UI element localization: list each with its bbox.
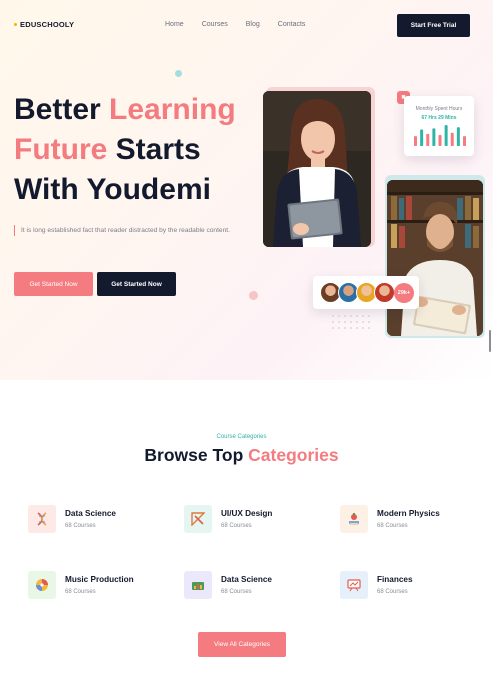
- hours-bar-chart: [414, 125, 466, 146]
- hours-bar: [463, 136, 466, 146]
- data-chart-icon: [184, 571, 212, 599]
- categories-eyebrow: Course Categories: [216, 434, 267, 440]
- hero-description: It is long established fact that reader …: [14, 225, 254, 236]
- scrollbar-thumb[interactable]: [489, 330, 491, 352]
- category-name: Finances: [377, 575, 413, 584]
- category-name: Modern Physics: [377, 509, 440, 518]
- main-nav: Home Courses Blog Contacts: [165, 21, 323, 28]
- hero-title-word: Better: [14, 93, 101, 126]
- get-started-button[interactable]: Get Started Now: [14, 272, 93, 296]
- brand-logo[interactable]: EDUSCHOOLY: [14, 20, 74, 29]
- category-name: Music Production: [65, 575, 134, 584]
- hours-bar: [444, 125, 448, 146]
- category-card[interactable]: Music Production 68 Courses: [28, 571, 178, 601]
- category-name: Data Science: [221, 575, 272, 584]
- nav-blog[interactable]: Blog: [246, 21, 260, 28]
- category-card[interactable]: Finances 68 Courses: [340, 571, 490, 601]
- physics-book-icon: [340, 505, 368, 533]
- brand-name: EDUSCHOOLY: [20, 20, 75, 29]
- nav-home[interactable]: Home: [165, 21, 184, 28]
- nav-courses[interactable]: Courses: [202, 21, 228, 28]
- hours-bar: [450, 132, 454, 146]
- category-name: Data Science: [65, 509, 116, 518]
- decor-dot: [175, 70, 182, 77]
- category-card[interactable]: Modern Physics 68 Courses: [340, 505, 490, 535]
- student-woman-photo: [263, 91, 371, 247]
- dna-icon: [28, 505, 56, 533]
- hero-title-accent: Future: [14, 133, 108, 166]
- hours-bar: [426, 133, 430, 146]
- students-avatars-card: 29k+: [313, 276, 419, 309]
- hero-title-accent: Learning: [109, 93, 236, 126]
- category-name: UI/UX Design: [221, 509, 273, 518]
- categories-title-text: Browse Top: [144, 445, 244, 465]
- start-free-trial-button[interactable]: Start Free Trial: [397, 14, 470, 37]
- category-count: 68 Courses: [377, 589, 408, 595]
- finance-board-icon: [340, 571, 368, 599]
- student-man-illustration: [387, 180, 483, 336]
- student-woman-illustration: [263, 91, 371, 247]
- category-count: 68 Courses: [65, 589, 96, 595]
- categories-title: Browse Top Categories: [0, 445, 483, 466]
- hours-bar: [438, 135, 442, 146]
- category-count: 68 Courses: [221, 523, 252, 529]
- logo-dot-icon: [14, 23, 17, 26]
- students-count-badge: 29k+: [394, 283, 414, 303]
- hours-bar: [432, 128, 436, 146]
- music-disc-icon: [28, 571, 56, 599]
- category-card[interactable]: UI/UX Design 68 Courses: [184, 505, 334, 535]
- category-count: 68 Courses: [377, 523, 408, 529]
- category-count: 68 Courses: [221, 589, 252, 595]
- category-card[interactable]: Data Science 68 Courses: [28, 505, 178, 535]
- hero-title-word: With Youdemi: [14, 173, 211, 206]
- monthly-hours-card: Monthly Spent Hours 67 Hrs 29 Mins: [404, 96, 474, 156]
- get-started-secondary-button[interactable]: Get Started Now: [97, 272, 176, 296]
- hours-bar: [420, 129, 424, 146]
- decor-dot: [249, 291, 258, 300]
- student-man-photo: [387, 180, 483, 336]
- view-all-categories-button[interactable]: View All Categories: [198, 632, 286, 657]
- stat-value: 67 Hrs 29 Mins: [421, 115, 457, 121]
- avatar: [374, 282, 395, 303]
- design-tools-icon: [184, 505, 212, 533]
- categories-title-accent: Categories: [248, 445, 339, 465]
- stat-label: Monthly Spent Hours: [415, 106, 463, 112]
- nav-contacts[interactable]: Contacts: [278, 21, 306, 28]
- category-card[interactable]: Data Science 68 Courses: [184, 571, 334, 601]
- hours-bar: [456, 127, 460, 146]
- hero-title: Better Learning Future Starts With Youde…: [14, 90, 264, 210]
- category-count: 68 Courses: [65, 523, 96, 529]
- hero-title-word: Starts: [115, 133, 201, 166]
- hours-bar: [414, 136, 417, 146]
- decor-dot-grid: [330, 313, 370, 333]
